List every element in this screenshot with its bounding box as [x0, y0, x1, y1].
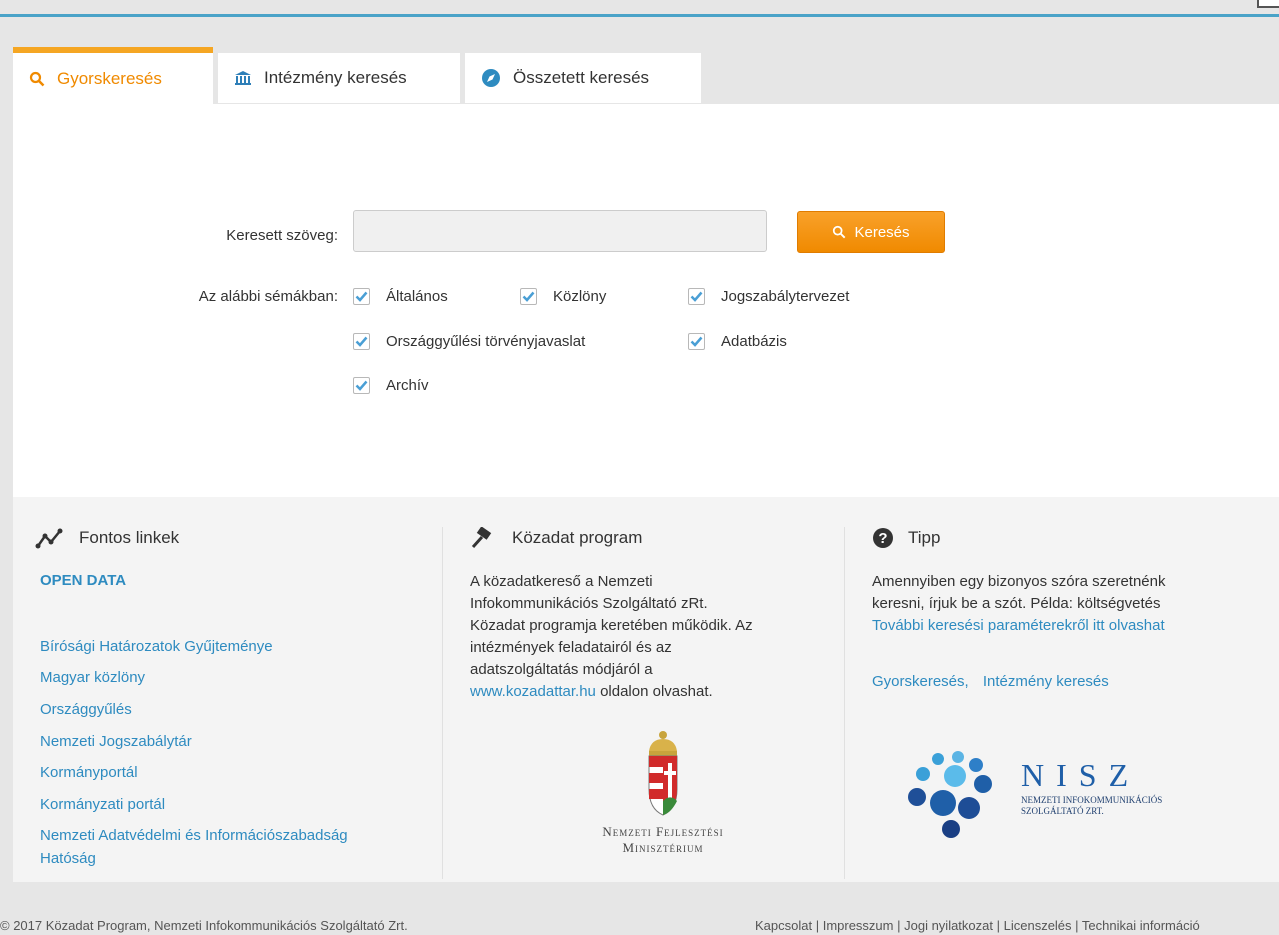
column-divider: [442, 527, 443, 879]
footer-info: Fontos linkek OPEN DATA Bírósági Határoz…: [13, 497, 1279, 882]
nisz-sub-line: Szolgáltató Zrt.: [1021, 806, 1104, 816]
contact-link[interactable]: Kapcsolat: [755, 918, 812, 933]
program-line: Infokommunikációs Szolgáltató zRt.: [470, 595, 708, 612]
link-birosagi[interactable]: Bírósági Határozatok Gyűjteménye: [40, 638, 273, 655]
program-heading: Közadat program: [470, 527, 642, 549]
link-separator: |: [893, 918, 905, 933]
links-heading: Fontos linkek: [35, 527, 179, 549]
checkbox-label: Jogszabálytervezet: [721, 288, 850, 305]
search-icon: [29, 71, 45, 87]
trend-icon: [35, 527, 65, 549]
nisz-logo: N I S Z Nemzeti Infokommunikációs Szolgá…: [903, 747, 1223, 842]
tip-heading: ? Tipp: [872, 527, 940, 549]
link-orszaggyules[interactable]: Országgyűlés: [40, 701, 132, 718]
gavel-icon: [470, 527, 498, 549]
checkbox-kozlony[interactable]: Közlöny: [520, 288, 606, 305]
impressum-link[interactable]: Impresszum: [823, 918, 894, 933]
checkbox-archiv[interactable]: Archív: [353, 377, 429, 394]
checkbox-altalanos[interactable]: Általános: [353, 288, 448, 305]
link-magyar-kozlony[interactable]: Magyar közlöny: [40, 669, 145, 686]
legal-link[interactable]: Jogi nyilatkozat: [904, 918, 993, 933]
corner-widget[interactable]: [1257, 0, 1279, 8]
more-params-link[interactable]: További keresési paraméterekről itt olva…: [872, 617, 1165, 634]
tab-label: Gyorskeresés: [57, 68, 162, 88]
quick-search-link[interactable]: Gyorskeresés: [872, 673, 965, 690]
nisz-sub-line: Nemzeti Infokommunikációs: [1021, 795, 1163, 805]
search-icon: [832, 225, 846, 239]
program-title: Közadat program: [512, 528, 643, 547]
copyright-text: © 2017 Közadat Program, Nemzeti Infokomm…: [0, 918, 408, 933]
tip-quick-links: Gyorskeresés, Intézmény keresés: [872, 673, 1109, 690]
compass-icon: [481, 68, 501, 88]
search-button[interactable]: Keresés: [797, 211, 945, 253]
link-separator: |: [1071, 918, 1082, 933]
schemas-label: Az alábbi sémákban:: [198, 288, 338, 305]
checkbox-jogszabalytervezet[interactable]: Jogszabálytervezet: [688, 288, 849, 305]
checkbox-label: Adatbázis: [721, 333, 787, 350]
links-title: Fontos linkek: [79, 528, 180, 547]
link-naih-2[interactable]: Hatóság: [40, 850, 96, 867]
link-separator: |: [812, 918, 823, 933]
link-separator: |: [993, 918, 1004, 933]
checkbox-label: Archív: [386, 377, 429, 394]
search-input[interactable]: [353, 210, 767, 252]
svg-text:?: ?: [878, 530, 887, 547]
checkbox-label: Közlöny: [553, 288, 607, 305]
kozadattar-link[interactable]: www.kozadattar.hu: [470, 683, 596, 700]
checkbox-adatbazis[interactable]: Adatbázis: [688, 333, 787, 350]
help-icon: ?: [872, 527, 894, 549]
checkbox-label: Általános: [386, 288, 448, 305]
link-jogszabalytar[interactable]: Nemzeti Jogszabálytár: [40, 733, 192, 750]
institution-search-link[interactable]: Intézmény keresés: [983, 673, 1109, 690]
checkmark-icon[interactable]: [688, 333, 705, 350]
search-panel: Keresett szöveg: Keresés Az alábbi sémák…: [13, 104, 1279, 497]
program-line: A közadatkereső a Nemzeti: [470, 573, 653, 590]
ministry-name-1: Nemzeti Fejlesztési: [602, 824, 724, 839]
ministry-logo: Nemzeti Fejlesztési Minisztérium: [563, 729, 763, 856]
open-data-link[interactable]: OPEN DATA: [40, 572, 126, 589]
link-separator: ,: [964, 673, 969, 690]
link-naih[interactable]: Nemzeti Adatvédelmi és Információszabads…: [40, 827, 348, 844]
checkmark-icon[interactable]: [353, 377, 370, 394]
nisz-subtitle: Nemzeti Infokommunikációs Szolgáltató Zr…: [1021, 795, 1162, 817]
checkmark-icon[interactable]: [520, 288, 537, 305]
program-line: adatszolgáltatás módjáról a: [470, 661, 653, 678]
checkmark-icon[interactable]: [688, 288, 705, 305]
checkbox-label: Országgyűlési törvényjavaslat: [386, 333, 586, 350]
tip-line: Amennyiben egy bizonyos szóra szeretnénk: [872, 573, 1166, 590]
checkmark-icon[interactable]: [353, 288, 370, 305]
tip-text: Amennyiben egy bizonyos szóra szeretnénk…: [872, 571, 1166, 637]
checkbox-orszaggyulesi[interactable]: Országgyűlési törvényjavaslat: [353, 333, 585, 350]
bottom-links: Kapcsolat | Impresszum | Jogi nyilatkoza…: [755, 918, 1200, 933]
link-kormanyportal[interactable]: Kormányportál: [40, 764, 138, 781]
hungarian-coat-of-arms-icon: [648, 731, 678, 816]
tab-label: Összetett keresés: [513, 68, 650, 87]
link-kormanyzati-portal[interactable]: Kormányzati portál: [40, 796, 165, 813]
tab-advanced-search[interactable]: Összetett keresés: [465, 53, 701, 103]
search-text-label: Keresett szöveg:: [226, 227, 338, 244]
ministry-name-2: Minisztérium: [622, 840, 704, 855]
nisz-dots-icon: [908, 751, 992, 838]
tab-institution-search[interactable]: Intézmény keresés: [218, 53, 460, 103]
tab-quick-search[interactable]: Gyorskeresés: [13, 47, 213, 104]
program-line: intézmények feladatairól és az: [470, 639, 672, 656]
column-divider: [844, 527, 845, 879]
institution-icon: [234, 70, 252, 86]
tip-title: Tipp: [908, 528, 941, 547]
program-line: Közadat programja keretében működik. Az: [470, 617, 753, 634]
checkmark-icon[interactable]: [353, 333, 370, 350]
tab-label: Intézmény keresés: [264, 68, 407, 87]
top-bar: [0, 0, 1279, 17]
technical-info-link[interactable]: Technikai információ: [1082, 918, 1200, 933]
licensing-link[interactable]: Licenszelés: [1004, 918, 1072, 933]
search-button-label: Keresés: [854, 223, 910, 241]
program-text: A közadatkereső a Nemzeti Infokommunikác…: [470, 571, 753, 703]
program-line-suffix: oldalon olvashat.: [595, 683, 713, 700]
tip-line: keresni, írjuk be a szót. Példa: költség…: [872, 595, 1161, 612]
nisz-title: N I S Z: [1021, 757, 1131, 793]
